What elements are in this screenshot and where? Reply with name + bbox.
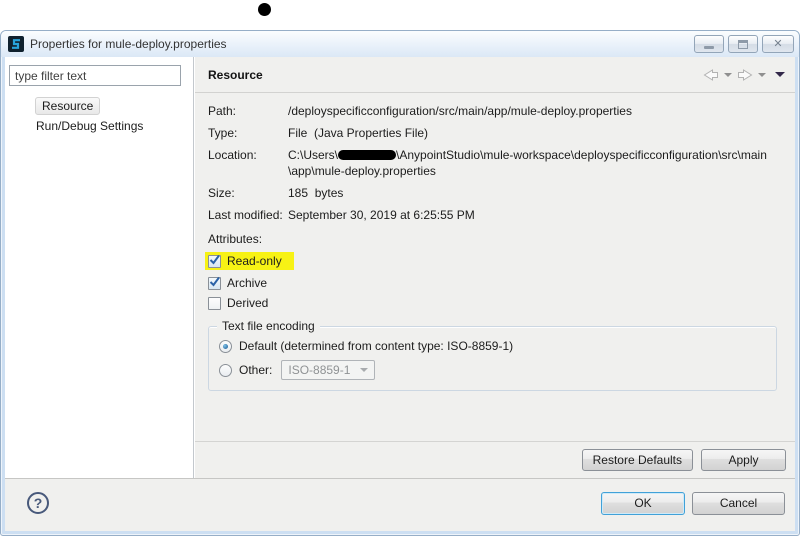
screenshot-canvas: Properties for mule-deploy.properties ✕	[0, 0, 802, 540]
read-only-label: Read-only	[227, 254, 282, 268]
field-value-size: 185 bytes	[288, 186, 344, 200]
field-value-location: C:\Users\ \AnypointStudio\mule-workspace\…	[288, 147, 785, 179]
page-navigation	[703, 68, 785, 81]
field-label-path: Path:	[208, 104, 237, 118]
attribute-row-read-only: Read-only	[205, 252, 785, 270]
dialog-body: Resource Run/Debug Settings Resource	[5, 57, 795, 531]
help-icon: ?	[33, 495, 43, 511]
maximize-button[interactable]	[728, 35, 758, 53]
derived-label: Derived	[227, 296, 269, 310]
archive-checkbox[interactable]	[208, 276, 221, 290]
field-label-size: Size:	[208, 186, 235, 200]
sidebar-item-run-debug-label: Run/Debug Settings	[36, 119, 144, 133]
sidebar-item-resource-label: Resource	[35, 97, 101, 115]
sidebar-item-run-debug-settings[interactable]: Run/Debug Settings	[35, 119, 193, 133]
resource-fields: Path: /deployspecificconfiguration/src/m…	[208, 103, 785, 223]
forward-button[interactable]	[737, 68, 753, 81]
close-icon: ✕	[773, 37, 783, 50]
read-only-checkbox[interactable]	[208, 254, 221, 268]
ok-button[interactable]: OK	[601, 491, 685, 515]
combo-arrow-icon	[360, 368, 369, 372]
location-line1: \AnypointStudio\mule-workspace\deployspe…	[396, 148, 767, 162]
cancel-button[interactable]: Cancel	[692, 491, 785, 515]
derived-checkbox[interactable]	[208, 296, 221, 310]
field-label-location: Location:	[208, 148, 257, 162]
page-button-row: Restore Defaults Apply	[581, 449, 786, 471]
window-title: Properties for mule-deploy.properties	[30, 37, 227, 51]
back-arrow-icon	[703, 68, 718, 81]
other-radio-label: Other:	[239, 363, 273, 377]
sidebar: Resource Run/Debug Settings	[5, 57, 194, 478]
check-icon	[209, 254, 220, 265]
titlebar: Properties for mule-deploy.properties ✕	[1, 31, 799, 57]
page-header: Resource	[195, 57, 795, 93]
restore-defaults-button[interactable]: Restore Defaults	[581, 449, 693, 471]
properties-tree: Resource Run/Debug Settings	[5, 97, 193, 133]
minimize-icon	[704, 45, 714, 49]
encoding-select[interactable]: ISO-8859-1	[281, 360, 376, 380]
chevron-down-icon	[758, 72, 766, 77]
back-menu-button[interactable]	[724, 72, 732, 77]
sidebar-item-resource[interactable]: Resource	[35, 97, 193, 115]
app-icon	[8, 36, 24, 52]
filter-input[interactable]	[9, 65, 181, 86]
chevron-down-icon	[724, 72, 732, 77]
encoding-group-label: Text file encoding	[217, 319, 320, 333]
apply-button[interactable]: Apply	[701, 449, 786, 471]
text-file-encoding-group: Text file encoding Default (determined f…	[208, 319, 777, 391]
forward-arrow-icon	[738, 68, 753, 81]
back-button[interactable]	[703, 68, 719, 81]
minimize-button[interactable]	[694, 35, 724, 53]
redacted-username	[338, 150, 397, 160]
read-only-highlight[interactable]: Read-only	[205, 252, 294, 270]
check-icon	[209, 276, 220, 287]
location-prefix: C:\Users\	[288, 148, 339, 162]
attributes-label: Attributes:	[208, 232, 263, 246]
default-radio-label: Default (determined from content type: I…	[239, 339, 514, 353]
field-label-type: Type:	[208, 126, 238, 140]
maximize-icon	[738, 39, 748, 49]
attribute-row-archive[interactable]: Archive	[208, 276, 785, 290]
attributes-section: Attributes: Read-only Archive Derived	[205, 232, 785, 310]
dialog-button-bar: ? OK Cancel	[5, 478, 795, 531]
annotation-dot	[258, 3, 271, 16]
close-button[interactable]: ✕	[762, 35, 794, 53]
attribute-row-derived[interactable]: Derived	[208, 296, 785, 310]
encoding-select-value: ISO-8859-1	[288, 363, 351, 377]
page-separator	[195, 441, 795, 442]
other-radio[interactable]	[219, 363, 232, 377]
encoding-default-option[interactable]: Default (determined from content type: I…	[219, 339, 766, 353]
location-line2: \app\mule-deploy.properties	[288, 164, 436, 178]
archive-label: Archive	[227, 276, 268, 290]
help-button[interactable]: ?	[27, 492, 49, 514]
field-value-path: /deployspecificconfiguration/src/main/ap…	[288, 104, 632, 118]
field-value-last-modified: September 30, 2019 at 6:25:55 PM	[288, 208, 475, 222]
field-label-last-modified: Last modified:	[208, 208, 283, 222]
menu-triangle-icon	[775, 72, 785, 77]
caption-buttons: ✕	[694, 35, 794, 53]
main-panel: Resource Path: /deployspecificconfigurat…	[195, 57, 795, 478]
view-menu-button[interactable]	[771, 72, 785, 77]
forward-menu-button[interactable]	[758, 72, 766, 77]
encoding-other-option: Other: ISO-8859-1	[219, 360, 766, 380]
default-radio[interactable]	[219, 339, 232, 353]
properties-dialog: Properties for mule-deploy.properties ✕	[0, 30, 800, 536]
field-value-type: File (Java Properties File)	[288, 126, 429, 140]
page-title: Resource	[208, 67, 263, 82]
resource-page: Path: /deployspecificconfiguration/src/m…	[195, 93, 795, 391]
ok-cancel-group: OK Cancel	[601, 491, 785, 515]
